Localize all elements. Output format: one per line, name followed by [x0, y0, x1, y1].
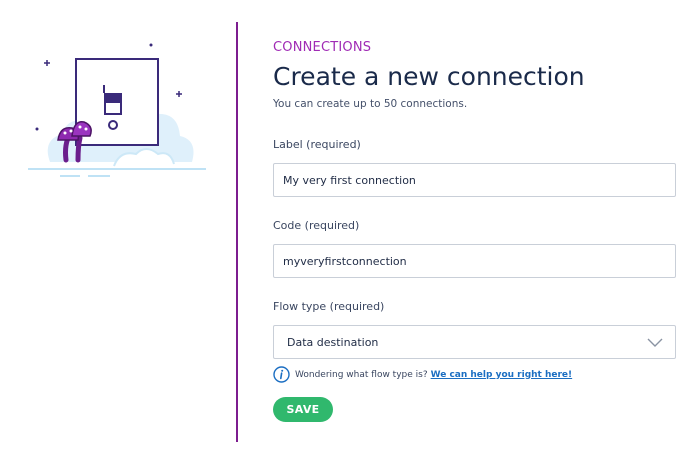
create-connection-page: CONNECTIONS Create a new connection You … — [0, 0, 698, 462]
help-text: Wondering what flow type is? — [295, 369, 428, 380]
flow-type-help: Wondering what flow type is? We can help… — [273, 366, 676, 383]
code-field-label: Code (required) — [273, 219, 360, 232]
flow-type-selected-value: Data destination — [287, 335, 379, 349]
section-eyebrow: CONNECTIONS — [273, 40, 372, 55]
help-link[interactable]: We can help you right here! — [431, 370, 573, 380]
save-button[interactable]: SAVE — [273, 397, 333, 422]
flow-type-select[interactable]: Data destination — [273, 325, 676, 359]
chevron-down-icon — [647, 338, 663, 347]
vertical-divider — [236, 22, 238, 442]
label-input[interactable] — [273, 163, 676, 197]
light-switch-mushrooms-illustration — [28, 43, 206, 177]
connection-form: CONNECTIONS Create a new connection You … — [273, 40, 676, 422]
page-subtitle: You can create up to 50 connections. — [273, 98, 468, 110]
label-field-label: Label (required) — [273, 138, 361, 151]
code-input[interactable] — [273, 244, 676, 278]
flow-type-field-label: Flow type (required) — [273, 300, 385, 313]
info-icon — [273, 366, 290, 383]
page-title: Create a new connection — [273, 62, 585, 91]
